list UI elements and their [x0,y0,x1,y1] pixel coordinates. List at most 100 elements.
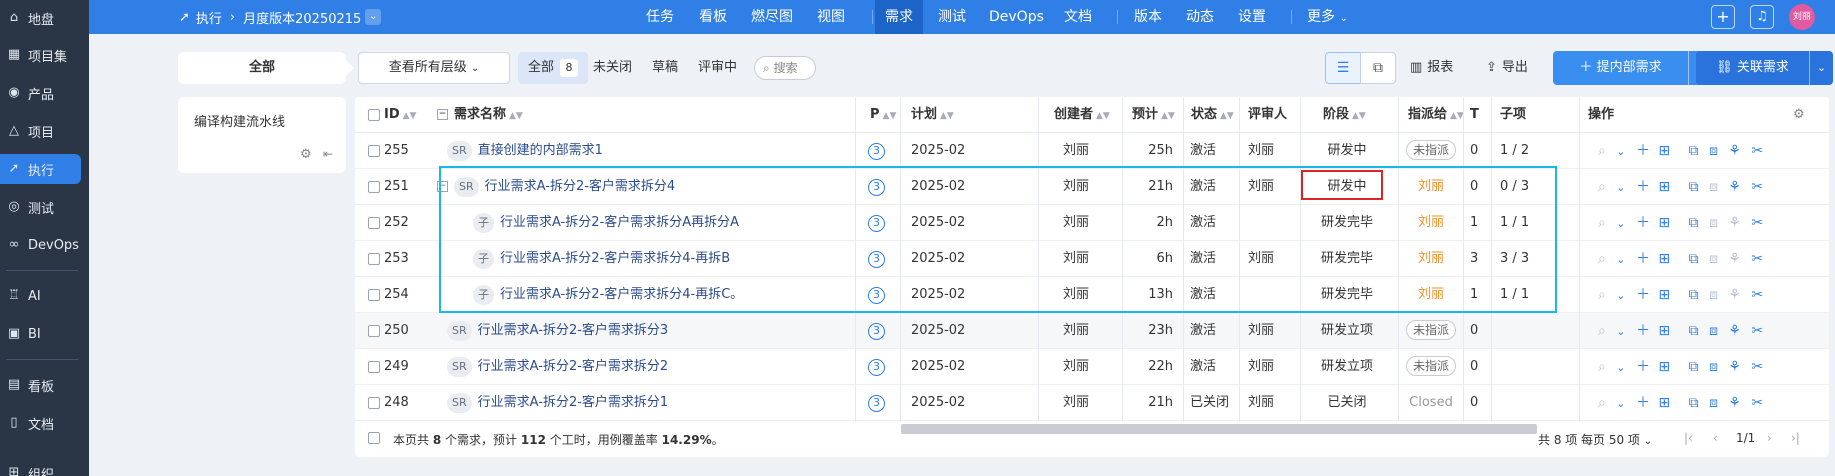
view-icon[interactable]: ⌕ [1598,251,1606,267]
copy-icon[interactable]: ⧉ [1689,251,1699,267]
add-batch-icon[interactable]: ⊞ [1658,287,1670,303]
sidebar-item-kanban[interactable]: ▤ 看板 [0,370,81,400]
tab-draft[interactable]: 草稿 [652,52,678,84]
last-page-icon[interactable]: ›| [1791,431,1800,445]
add-icon[interactable]: ＋ [1636,287,1650,303]
chevron-down-icon[interactable]: ⌄ [1809,51,1833,85]
chevron-down-icon[interactable]: ⌄ [1616,181,1625,194]
split-icon[interactable]: ⧈ [1709,143,1718,159]
split-icon[interactable]: ⧈ [1709,395,1718,411]
chevron-down-icon[interactable]: ⌄ [1616,217,1625,230]
table-row[interactable]: 255 SR 直接创建的内部需求1 3 2025-02 刘丽 25h 激活 刘丽 … [355,133,1829,169]
unlink-icon[interactable]: ✂ [1751,251,1763,267]
row-checkbox[interactable] [368,289,380,301]
nav-story[interactable]: 需求 [875,0,923,34]
tree-view-icon[interactable]: ⧉ [1360,52,1396,84]
tab-all[interactable]: 全部 8 [518,52,589,84]
nav-test[interactable]: 测试 [938,0,966,34]
sidebar-item-product[interactable]: ◉ 产品 [0,78,81,108]
collapse-all-icon[interactable]: − [437,109,448,120]
chevron-down-icon[interactable]: ⌄ [1616,397,1625,410]
sidebar-item-program[interactable]: ▦ 项目集 [0,40,81,70]
gear-icon[interactable]: ⚙ [1793,97,1805,133]
copy-icon[interactable]: ⧉ [1689,215,1699,231]
copy-icon[interactable]: ⧉ [1689,143,1699,159]
col-plan[interactable]: 计划 ▲▼ [911,97,954,133]
row-checkbox[interactable] [368,397,380,409]
unlink-icon[interactable]: ✂ [1751,179,1763,195]
tab-all-pipelines[interactable]: 全部 [178,52,354,84]
add-icon[interactable]: ＋ [1636,323,1650,339]
col-status[interactable]: 状态 ▲▼ [1191,97,1234,133]
copy-icon[interactable]: ⧉ [1689,179,1699,195]
view-icon[interactable]: ⌕ [1598,395,1606,411]
export-button[interactable]: ⇪ 导出 [1486,52,1528,84]
add-batch-icon[interactable]: ⊞ [1658,215,1670,231]
unlink-icon[interactable]: ✂ [1751,359,1763,375]
add-batch-icon[interactable]: ⊞ [1658,143,1670,159]
add-icon[interactable]: ＋ [1636,251,1650,267]
table-row[interactable]: 249 SR 行业需求A-拆分2-客户需求拆分2 3 2025-02 刘丽 22h… [355,349,1829,385]
nav-devops[interactable]: DevOps [989,0,1044,34]
sidebar-item-dashboard[interactable]: ⌂ 地盘 [0,3,81,33]
unassigned-badge[interactable]: 未指派 [1405,320,1456,340]
add-batch-icon[interactable]: ⊞ [1658,251,1670,267]
avatar[interactable]: 刘丽 [1789,4,1815,30]
add-batch-icon[interactable]: ⊞ [1658,395,1670,411]
col-stage[interactable]: 阶段 ▲▼ [1323,97,1366,133]
col-id[interactable]: ID ▲▼ [384,97,416,133]
bell-icon[interactable]: ♫ [1750,5,1774,29]
tree-icon[interactable]: ⚘ [1728,215,1741,231]
nav-more[interactable]: 更多 ⌄ [1307,0,1348,34]
col-creator[interactable]: 创建者 ▲▼ [1054,97,1110,133]
view-icon[interactable]: ⌕ [1598,287,1606,303]
chevron-down-icon[interactable]: ⌄ [1616,361,1625,374]
nav-kanban[interactable]: 看板 [699,0,727,34]
tree-icon[interactable]: ⚘ [1728,143,1741,159]
row-checkbox[interactable] [368,217,380,229]
create-story-button[interactable]: ＋ 提内部需求 [1553,51,1688,85]
row-checkbox[interactable] [368,253,380,265]
col-name[interactable]: − 需求名称 ▲▼ [437,97,523,133]
breadcrumb-module[interactable]: 执行 [196,8,222,27]
chevron-down-icon[interactable]: ⌄ [1616,253,1625,266]
per-page-select[interactable]: 每页 50 项 ⌄ [1581,431,1652,448]
unlink-icon[interactable]: ✂ [1751,323,1763,339]
copy-icon[interactable]: ⧉ [1689,395,1699,411]
add-batch-icon[interactable]: ⊞ [1658,179,1670,195]
link-story-button[interactable]: ⛓ 关联需求 [1696,51,1809,85]
unlink-icon[interactable]: ✂ [1751,287,1763,303]
list-view-icon[interactable]: ☰ [1325,52,1361,84]
select-all-checkbox[interactable] [368,432,380,444]
copy-icon[interactable]: ⧉ [1689,359,1699,375]
sidebar-item-test[interactable]: ◎ 测试 [0,192,81,222]
add-icon[interactable]: ＋ [1636,395,1650,411]
nav-settings[interactable]: 设置 [1238,0,1266,34]
add-icon[interactable]: + [1711,5,1735,29]
unassigned-badge[interactable]: 未指派 [1405,140,1456,160]
level-dropdown[interactable]: 查看所有层级 ⌄ [358,52,510,84]
sidebar-item-ai[interactable]: ♖ AI [0,281,81,311]
table-row[interactable]: 248 SR 行业需求A-拆分2-客户需求拆分1 3 2025-02 刘丽 21h… [355,385,1829,421]
breadcrumb-version[interactable]: 月度版本20250215 [243,8,361,27]
tree-icon[interactable]: ⚘ [1728,251,1741,267]
chevron-down-icon[interactable]: ⌄ [1616,145,1625,158]
sidebar-item-bi[interactable]: ▣ BI [0,319,81,349]
nav-task[interactable]: 任务 [646,0,674,34]
view-icon[interactable]: ⌕ [1598,323,1606,339]
row-checkbox[interactable] [368,361,380,373]
horizontal-scrollbar[interactable] [901,424,1537,434]
add-icon[interactable]: ＋ [1636,179,1650,195]
row-checkbox[interactable] [368,325,380,337]
chevron-down-icon[interactable]: ⌄ [1616,325,1625,338]
col-priority[interactable]: P ▲▼ [870,97,896,133]
chevron-down-icon[interactable]: ⌄ [1616,289,1625,302]
tree-icon[interactable]: ⚘ [1728,359,1741,375]
story-title-link[interactable]: 行业需求A-拆分2-客户需求拆分1 [478,395,669,410]
split-icon[interactable]: ⧈ [1709,179,1718,195]
report-button[interactable]: ▥ 报表 [1410,52,1453,84]
unlink-icon[interactable]: ✂ [1751,395,1763,411]
nav-release[interactable]: 版本 [1134,0,1162,34]
split-icon[interactable]: ⧈ [1709,215,1718,231]
tab-unclosed[interactable]: 未关闭 [593,52,632,84]
